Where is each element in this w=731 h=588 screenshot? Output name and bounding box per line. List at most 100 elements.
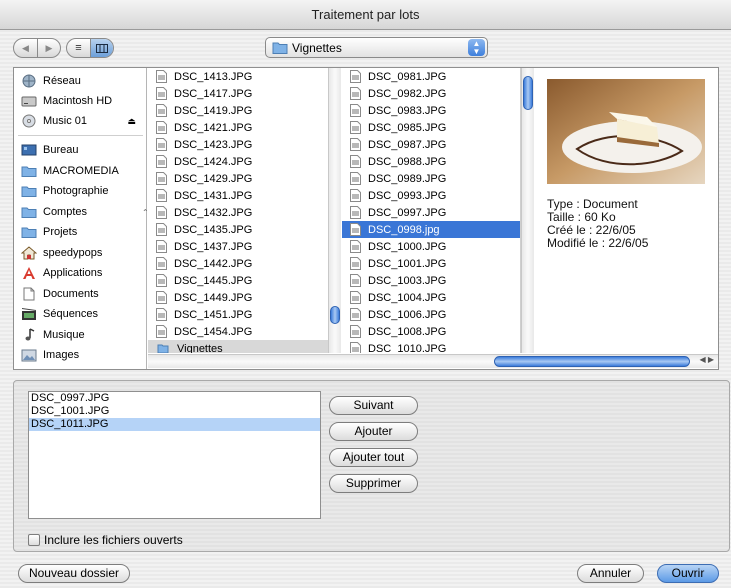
file-name: DSC_0993.JPG [368,189,447,202]
sidebar-item-label: Musique [43,328,85,341]
pictures-icon [21,348,37,362]
file-row[interactable]: DSC_1449.JPG [148,289,340,306]
sidebar-item-label: Bureau [43,144,79,156]
folder-row[interactable]: Vignettes▶ [148,340,340,353]
sidebar-item[interactable]: Images [14,345,146,365]
back-button[interactable]: ◀ [14,39,37,57]
file-row[interactable]: DSC_0993.JPG [342,187,520,204]
popup-arrows-icon: ▲ ▼ [468,39,485,56]
include-open-files-option[interactable]: Inclure les fichiers ouverts [28,533,183,547]
sidebar-item-label: MACROMEDIA [43,164,119,177]
file-row[interactable]: DSC_1437.JPG [148,238,340,255]
add-button[interactable]: Ajouter [329,422,418,441]
next-button[interactable]: Suivant [329,396,418,415]
sidebar-item[interactable]: Bureau [14,140,146,160]
scroll-arrows-icon[interactable]: ◀ ▶ [699,355,714,364]
file-row[interactable]: DSC_0989.JPG [342,170,520,187]
file-row[interactable]: DSC_1006.JPG [342,306,520,323]
column-2-scroll-thumb[interactable] [523,76,533,110]
folder-icon [21,225,37,239]
file-name: DSC_1000.JPG [368,240,447,253]
back-arrow-icon: ◀ [22,42,29,53]
file-name: DSC_1451.JPG [174,308,253,321]
eject-icon[interactable]: ⏏ [127,116,136,127]
add-all-button[interactable]: Ajouter tout [329,448,418,467]
file-row[interactable]: DSC_1000.JPG [342,238,520,255]
file-row[interactable]: DSC_1445.JPG [148,272,340,289]
file-name: DSC_1421.JPG [174,121,253,134]
column-1-scroll-thumb[interactable] [330,306,340,324]
horizontal-scroll-thumb[interactable] [494,356,690,367]
image-file-icon [156,104,167,117]
file-row[interactable]: DSC_0997.JPG [342,204,520,221]
sidebar-item[interactable]: speedypops [14,243,146,263]
file-row[interactable]: DSC_0988.JPG [342,153,520,170]
batch-file-row[interactable]: DSC_0997.JPG [29,392,320,405]
network-icon [21,74,37,88]
file-row[interactable]: DSC_1419.JPG [148,102,340,119]
column-1-scrollbar[interactable] [328,68,341,353]
file-row[interactable]: DSC_0981.JPG [342,68,520,85]
file-name: DSC_1449.JPG [174,291,253,304]
file-row[interactable]: DSC_1413.JPG [148,68,340,85]
sidebar-item[interactable]: Applications [14,263,146,283]
sidebar-item[interactable]: Music 01 ⏏ [14,111,146,131]
sidebar-item[interactable]: Projets [14,222,146,242]
file-name: DSC_1431.JPG [174,189,253,202]
sidebar-item[interactable]: Séquences [14,304,146,324]
file-row[interactable]: DSC_0987.JPG [342,136,520,153]
music-icon [21,327,37,342]
column-2-scrollbar[interactable] [521,68,534,353]
include-open-files-checkbox[interactable] [28,534,40,546]
batch-file-row[interactable]: DSC_1001.JPG [29,405,320,418]
file-row[interactable]: DSC_1451.JPG [148,306,340,323]
batch-dialog: Traitement par lots ◀ ▶ ≡ Vignettes ▲ ▼ R… [0,0,731,588]
image-file-icon [350,274,361,287]
file-name: DSC_0983.JPG [368,104,447,117]
file-row[interactable]: DSC_0998.jpg [342,221,520,238]
sidebar-item-label: Applications [43,267,103,279]
file-row[interactable]: DSC_1008.JPG [342,323,520,340]
file-row[interactable]: DSC_1001.JPG [342,255,520,272]
file-row[interactable]: DSC_1010.JPG [342,340,520,353]
file-row[interactable]: DSC_0985.JPG [342,119,520,136]
folder-icon [21,184,37,198]
sidebar-item[interactable]: Réseau [14,71,146,91]
file-name: DSC_0985.JPG [368,121,447,134]
file-row[interactable]: DSC_1442.JPG [148,255,340,272]
sidebar-item[interactable]: Comptes [14,202,146,222]
file-name: DSC_1437.JPG [174,240,253,253]
sidebar-item[interactable]: Musique [14,325,146,345]
file-row[interactable]: DSC_1454.JPG [148,323,340,340]
file-row[interactable]: DSC_1003.JPG [342,272,520,289]
file-row[interactable]: DSC_1421.JPG [148,119,340,136]
sidebar-item[interactable]: Photographie [14,181,146,201]
file-row[interactable]: DSC_1423.JPG [148,136,340,153]
location-popup[interactable]: Vignettes ▲ ▼ [265,37,488,58]
file-row[interactable]: DSC_0982.JPG [342,85,520,102]
preview-modified: Modifié le : 22/6/05 [547,236,649,250]
file-row[interactable]: DSC_1429.JPG [148,170,340,187]
open-button[interactable]: Ouvrir [657,564,719,583]
sidebar-item[interactable]: Macintosh HD [14,91,146,111]
list-view-button[interactable]: ≡ [67,39,90,57]
batch-file-row[interactable]: DSC_1011.JPG [29,418,320,431]
sidebar-item[interactable]: Documents [14,284,146,304]
sidebar-item[interactable]: MACROMEDIA [14,161,146,181]
file-row[interactable]: DSC_1432.JPG [148,204,340,221]
file-row[interactable]: DSC_1004.JPG [342,289,520,306]
file-row[interactable]: DSC_0983.JPG [342,102,520,119]
file-row[interactable]: DSC_1424.JPG [148,153,340,170]
applications-icon [21,266,37,280]
new-folder-button[interactable]: Nouveau dossier [18,564,130,583]
image-file-icon [156,325,167,338]
forward-button[interactable]: ▶ [37,39,60,57]
horizontal-scrollbar[interactable]: ◀ ▶ [148,354,718,368]
file-row[interactable]: DSC_1417.JPG [148,85,340,102]
cancel-button[interactable]: Annuler [577,564,644,583]
file-row[interactable]: DSC_1435.JPG [148,221,340,238]
column-view-button[interactable] [90,39,113,57]
sidebar: Réseau Macintosh HD Music 01 ⏏ Bureau MACROME… [14,68,149,369]
file-row[interactable]: DSC_1431.JPG [148,187,340,204]
remove-button[interactable]: Supprimer [329,474,418,493]
